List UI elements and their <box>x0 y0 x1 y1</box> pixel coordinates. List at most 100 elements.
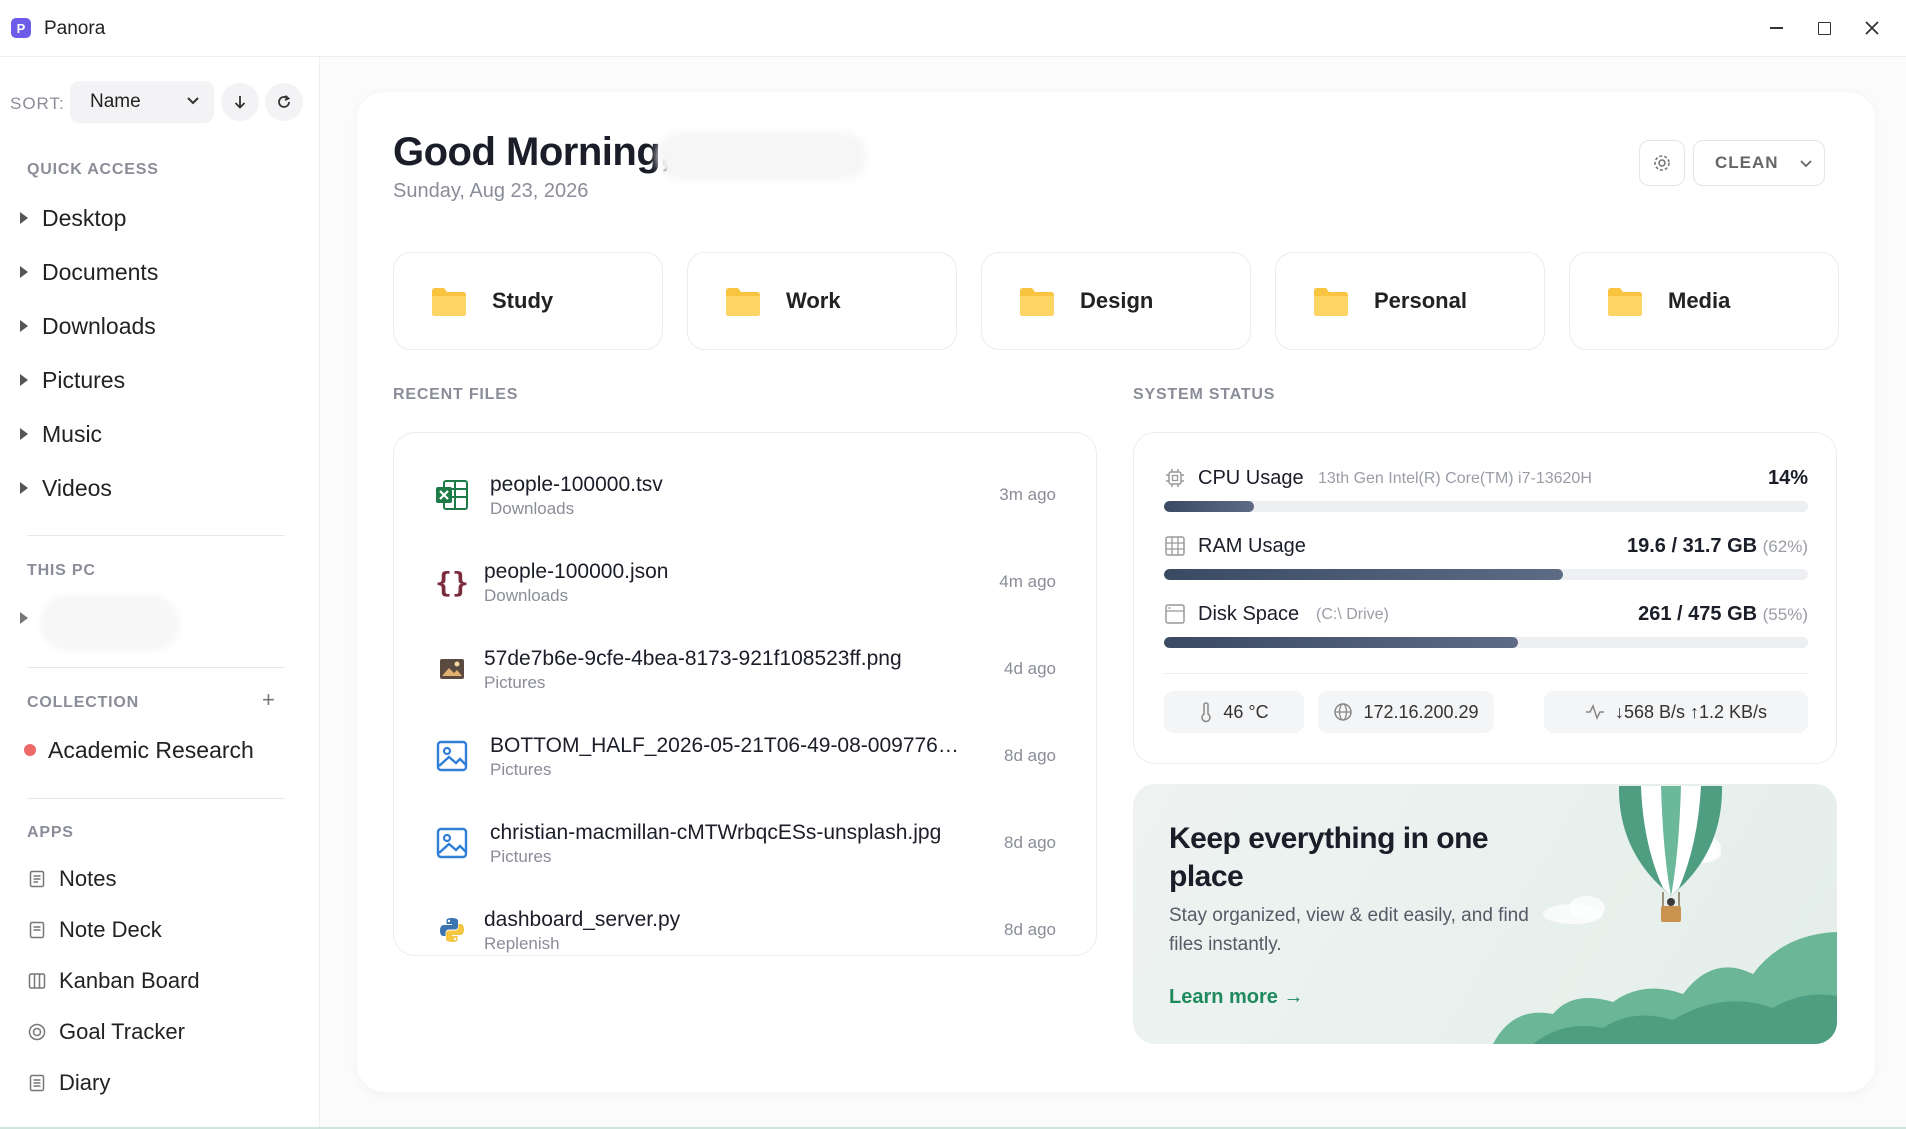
recent-file-row[interactable]: 57de7b6e-9cfe-4bea-8173-921f108523ff.png… <box>394 627 1098 707</box>
cpu-value: 14% <box>1767 467 1808 489</box>
image-icon <box>434 738 470 774</box>
quick-access-downloads[interactable]: Downloads <box>20 306 156 346</box>
apps-title: APPS <box>27 824 74 841</box>
file-time: 8d ago <box>1004 746 1056 765</box>
kanban-icon <box>28 973 46 989</box>
collection-item[interactable]: Academic Research <box>20 730 254 770</box>
file-name: dashboard_server.py <box>484 908 681 931</box>
app-notes[interactable]: Notes <box>27 859 116 899</box>
quick-access-title: QUICK ACCESS <box>27 161 159 178</box>
minimize-button[interactable] <box>1762 14 1790 42</box>
app-diary[interactable]: Diary <box>27 1063 110 1103</box>
add-collection-button[interactable]: + <box>262 687 275 713</box>
app-label: Kanban Board <box>59 968 200 993</box>
app-goal-tracker[interactable]: Goal Tracker <box>27 1012 185 1052</box>
folder-label: Work <box>786 288 841 313</box>
folder-card-design[interactable]: Design <box>981 252 1251 350</box>
quick-access-pictures[interactable]: Pictures <box>20 360 125 400</box>
folder-card-study[interactable]: Study <box>393 252 663 350</box>
cpu-label: CPU Usage <box>1198 467 1304 489</box>
image-thumb-icon <box>434 651 470 687</box>
expand-triangle-icon <box>20 212 28 224</box>
app-label: Diary <box>59 1070 111 1095</box>
view-mode-select[interactable]: CLEAN <box>1693 140 1825 186</box>
folder-icon <box>1608 288 1642 316</box>
notes-icon <box>29 870 45 888</box>
quick-access-label: Videos <box>42 474 112 501</box>
quick-access-documents[interactable]: Documents <box>20 252 158 292</box>
ram-usage-fill <box>1164 569 1564 580</box>
ram-value: 19.6 / 31.7 GB (62%) <box>1627 535 1808 558</box>
promo-title: Keep everything in one place <box>1169 822 1489 893</box>
arrow-down-icon <box>234 96 246 109</box>
recent-file-row[interactable]: christian-macmillan-cMTWrbqcESs-unsplash… <box>394 801 1098 881</box>
sort-direction-button[interactable] <box>221 83 259 121</box>
temperature-value: 46 °C <box>1223 701 1269 722</box>
file-location: Pictures <box>490 760 552 779</box>
python-icon <box>434 912 470 948</box>
sort-select[interactable]: Name <box>70 81 214 123</box>
disk-icon <box>1165 604 1185 624</box>
promo-card: Keep everything in one place Stay organi… <box>1133 784 1837 1044</box>
disk-amount: 261 / 475 GB <box>1638 603 1758 625</box>
file-location: Pictures <box>484 673 546 692</box>
sidebar-divider <box>27 535 285 536</box>
folder-label: Design <box>1080 288 1154 313</box>
ram-amount: 19.6 / 31.7 GB <box>1627 535 1758 557</box>
hot-air-balloon-illustration <box>1493 786 1837 1044</box>
folder-card-personal[interactable]: Personal <box>1275 252 1545 350</box>
disk-label: Disk Space <box>1198 603 1300 625</box>
app-logo-icon: P <box>11 18 31 38</box>
folder-label: Study <box>492 288 554 313</box>
refresh-button[interactable] <box>265 83 303 121</box>
sort-value: Name <box>90 91 141 112</box>
folder-icon <box>1020 288 1054 316</box>
recent-file-row[interactable]: BOTTOM_HALF_2026-05-21T06-49-08-009776… … <box>394 714 1098 794</box>
cpu-usage-bar <box>1164 501 1808 512</box>
file-name: christian-macmillan-cMTWrbqcESs-unsplash… <box>490 821 942 844</box>
target-icon <box>28 1023 46 1041</box>
recent-files-title: RECENT FILES <box>393 386 519 403</box>
close-button[interactable] <box>1858 14 1886 42</box>
folder-card-media[interactable]: Media <box>1569 252 1839 350</box>
folder-label: Personal <box>1374 288 1467 313</box>
recent-file-row[interactable]: {} people-100000.json Downloads 4m ago <box>394 540 1098 620</box>
disk-space-row: Disk Space (C:\ Drive) 261 / 475 GB (55%… <box>1164 597 1808 657</box>
quick-access-desktop[interactable]: Desktop <box>20 198 126 238</box>
quick-access-music[interactable]: Music <box>20 414 102 454</box>
system-status-title: SYSTEM STATUS <box>1133 386 1276 403</box>
folder-card-work[interactable]: Work <box>687 252 957 350</box>
disk-usage-bar <box>1164 637 1808 648</box>
learn-more-link[interactable]: Learn more → <box>1169 986 1303 1009</box>
greeting-title: Good Morning, <box>393 130 671 174</box>
recent-file-row[interactable]: dashboard_server.py Replenish 8d ago <box>394 888 1098 968</box>
this-pc-drive[interactable] <box>20 598 42 638</box>
note-deck-icon <box>29 921 45 939</box>
json-icon: {} <box>435 565 469 599</box>
file-time: 8d ago <box>1004 833 1056 852</box>
disk-value: 261 / 475 GB (55%) <box>1638 603 1808 626</box>
status-divider <box>1164 673 1808 674</box>
file-time: 3m ago <box>999 485 1056 504</box>
quick-access-label: Downloads <box>42 312 156 339</box>
ram-label: RAM Usage <box>1198 535 1306 557</box>
app-label: Goal Tracker <box>59 1019 185 1044</box>
file-location: Downloads <box>484 586 569 605</box>
quick-access-videos[interactable]: Videos <box>20 468 112 508</box>
memory-icon <box>1165 536 1185 556</box>
system-status-card: CPU Usage 13th Gen Intel(R) Core(TM) i7-… <box>1133 432 1837 764</box>
folder-icon <box>1314 288 1348 316</box>
image-icon <box>434 825 470 861</box>
diary-icon <box>29 1074 45 1092</box>
settings-button[interactable] <box>1639 140 1685 186</box>
quick-access-label: Documents <box>42 258 159 285</box>
cpu-icon <box>1166 469 1184 487</box>
quick-access-label: Pictures <box>42 366 126 393</box>
recent-file-row[interactable]: people-100000.tsv Downloads 3m ago <box>394 453 1098 533</box>
quick-access-label: Music <box>42 420 103 447</box>
app-note-deck[interactable]: Note Deck <box>27 910 162 950</box>
disk-percent: (55%) <box>1762 605 1808 624</box>
app-kanban-board[interactable]: Kanban Board <box>27 961 200 1001</box>
ip-chip: 172.16.200.29 <box>1318 691 1494 733</box>
maximize-button[interactable] <box>1810 14 1838 42</box>
